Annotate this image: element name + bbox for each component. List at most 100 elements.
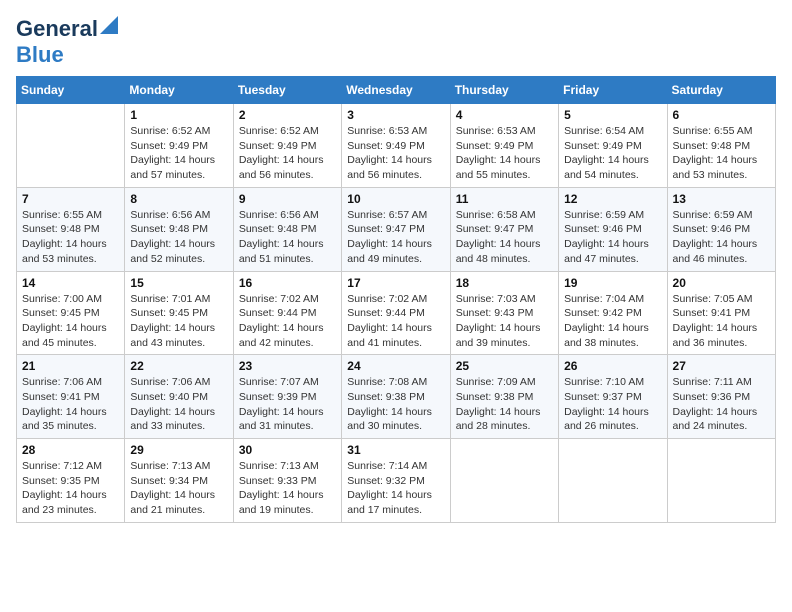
- day-number: 12: [564, 192, 661, 206]
- calendar-cell: 25Sunrise: 7:09 AMSunset: 9:38 PMDayligh…: [450, 355, 558, 439]
- day-number: 11: [456, 192, 553, 206]
- day-number: 7: [22, 192, 119, 206]
- day-info: Sunrise: 7:06 AMSunset: 9:41 PMDaylight:…: [22, 375, 119, 434]
- day-info: Sunrise: 7:13 AMSunset: 9:33 PMDaylight:…: [239, 459, 336, 518]
- day-number: 29: [130, 443, 227, 457]
- calendar-cell: 4 Sunrise: 6:53 AMSunset: 9:49 PMDaylight…: [450, 104, 558, 188]
- calendar-cell: 8Sunrise: 6:56 AMSunset: 9:48 PMDaylight…: [125, 187, 233, 271]
- day-info: Sunrise: 6:55 AMSunset: 9:48 PMDaylight:…: [22, 208, 119, 267]
- day-number: 3: [347, 108, 444, 122]
- day-number: 4: [456, 108, 553, 122]
- weekday-header-friday: Friday: [559, 77, 667, 104]
- day-info: Sunrise: 7:02 AMSunset: 9:44 PMDaylight:…: [239, 292, 336, 351]
- calendar: SundayMondayTuesdayWednesdayThursdayFrid…: [16, 76, 776, 523]
- week-row-4: 21Sunrise: 7:06 AMSunset: 9:41 PMDayligh…: [17, 355, 776, 439]
- calendar-cell: [17, 104, 125, 188]
- calendar-cell: 29 Sunrise: 7:13 AMSunset: 9:34 PMDayligh…: [125, 439, 233, 523]
- day-info: Sunrise: 6:57 AMSunset: 9:47 PMDaylight:…: [347, 208, 444, 267]
- day-number: 10: [347, 192, 444, 206]
- calendar-cell: [559, 439, 667, 523]
- day-number: 15: [130, 276, 227, 290]
- day-info: Sunrise: 7:03 AMSunset: 9:43 PMDaylight:…: [456, 292, 553, 351]
- day-info: Sunrise: 6:55 AMSunset: 9:48 PMDaylight:…: [673, 124, 770, 183]
- day-number: 20: [673, 276, 770, 290]
- day-info: Sunrise: 6:52 AMSunset: 9:49 PMDaylight:…: [239, 124, 336, 183]
- day-info: Sunrise: 6:53 AMSunset: 9:49 PMDaylight:…: [347, 124, 444, 183]
- day-info: Sunrise: 7:13 AMSunset: 9:34 PMDaylight:…: [130, 459, 227, 518]
- day-info: Sunrise: 6:56 AMSunset: 9:48 PMDaylight:…: [130, 208, 227, 267]
- calendar-cell: [450, 439, 558, 523]
- calendar-cell: 22Sunrise: 7:06 AMSunset: 9:40 PMDayligh…: [125, 355, 233, 439]
- calendar-cell: 28 Sunrise: 7:12 AMSunset: 9:35 PMDayligh…: [17, 439, 125, 523]
- calendar-cell: 24 Sunrise: 7:08 AMSunset: 9:38 PMDayligh…: [342, 355, 450, 439]
- day-info: Sunrise: 7:07 AMSunset: 9:39 PMDaylight:…: [239, 375, 336, 434]
- day-number: 13: [673, 192, 770, 206]
- week-row-5: 28 Sunrise: 7:12 AMSunset: 9:35 PMDayligh…: [17, 439, 776, 523]
- day-info: Sunrise: 6:53 AMSunset: 9:49 PMDaylight:…: [456, 124, 553, 183]
- calendar-cell: 17 Sunrise: 7:02 AMSunset: 9:44 PMDayligh…: [342, 271, 450, 355]
- calendar-cell: 5Sunrise: 6:54 AMSunset: 9:49 PMDaylight…: [559, 104, 667, 188]
- day-info: Sunrise: 7:02 AMSunset: 9:44 PMDaylight:…: [347, 292, 444, 351]
- day-number: 31: [347, 443, 444, 457]
- day-number: 2: [239, 108, 336, 122]
- day-info: Sunrise: 7:10 AMSunset: 9:37 PMDaylight:…: [564, 375, 661, 434]
- day-info: Sunrise: 6:59 AMSunset: 9:46 PMDaylight:…: [673, 208, 770, 267]
- day-info: Sunrise: 6:59 AMSunset: 9:46 PMDaylight:…: [564, 208, 661, 267]
- day-number: 24: [347, 359, 444, 373]
- day-info: Sunrise: 7:05 AMSunset: 9:41 PMDaylight:…: [673, 292, 770, 351]
- calendar-cell: 18 Sunrise: 7:03 AMSunset: 9:43 PMDayligh…: [450, 271, 558, 355]
- day-number: 23: [239, 359, 336, 373]
- calendar-cell: 11 Sunrise: 6:58 AMSunset: 9:47 PMDayligh…: [450, 187, 558, 271]
- logo: General Blue: [16, 16, 118, 68]
- logo-blue: Blue: [16, 42, 64, 67]
- day-number: 26: [564, 359, 661, 373]
- weekday-header-wednesday: Wednesday: [342, 77, 450, 104]
- day-info: Sunrise: 6:54 AMSunset: 9:49 PMDaylight:…: [564, 124, 661, 183]
- day-info: Sunrise: 7:08 AMSunset: 9:38 PMDaylight:…: [347, 375, 444, 434]
- day-info: Sunrise: 7:14 AMSunset: 9:32 PMDaylight:…: [347, 459, 444, 518]
- day-info: Sunrise: 7:04 AMSunset: 9:42 PMDaylight:…: [564, 292, 661, 351]
- day-info: Sunrise: 7:01 AMSunset: 9:45 PMDaylight:…: [130, 292, 227, 351]
- weekday-header-monday: Monday: [125, 77, 233, 104]
- logo-triangle-icon: [100, 16, 118, 39]
- day-info: Sunrise: 6:52 AMSunset: 9:49 PMDaylight:…: [130, 124, 227, 183]
- day-number: 28: [22, 443, 119, 457]
- day-info: Sunrise: 6:58 AMSunset: 9:47 PMDaylight:…: [456, 208, 553, 267]
- weekday-header-tuesday: Tuesday: [233, 77, 341, 104]
- day-info: Sunrise: 7:00 AMSunset: 9:45 PMDaylight:…: [22, 292, 119, 351]
- day-number: 17: [347, 276, 444, 290]
- calendar-cell: 16 Sunrise: 7:02 AMSunset: 9:44 PMDayligh…: [233, 271, 341, 355]
- week-row-2: 7 Sunrise: 6:55 AMSunset: 9:48 PMDaylight…: [17, 187, 776, 271]
- calendar-cell: 19Sunrise: 7:04 AMSunset: 9:42 PMDayligh…: [559, 271, 667, 355]
- calendar-cell: 7 Sunrise: 6:55 AMSunset: 9:48 PMDaylight…: [17, 187, 125, 271]
- calendar-cell: 13 Sunrise: 6:59 AMSunset: 9:46 PMDayligh…: [667, 187, 775, 271]
- calendar-cell: 9Sunrise: 6:56 AMSunset: 9:48 PMDaylight…: [233, 187, 341, 271]
- weekday-header-saturday: Saturday: [667, 77, 775, 104]
- calendar-cell: 26 Sunrise: 7:10 AMSunset: 9:37 PMDayligh…: [559, 355, 667, 439]
- weekday-header-thursday: Thursday: [450, 77, 558, 104]
- calendar-cell: 27 Sunrise: 7:11 AMSunset: 9:36 PMDayligh…: [667, 355, 775, 439]
- week-row-3: 14 Sunrise: 7:00 AMSunset: 9:45 PMDayligh…: [17, 271, 776, 355]
- weekday-header-sunday: Sunday: [17, 77, 125, 104]
- calendar-cell: 20 Sunrise: 7:05 AMSunset: 9:41 PMDayligh…: [667, 271, 775, 355]
- calendar-cell: 6Sunrise: 6:55 AMSunset: 9:48 PMDaylight…: [667, 104, 775, 188]
- calendar-cell: 31 Sunrise: 7:14 AMSunset: 9:32 PMDayligh…: [342, 439, 450, 523]
- day-info: Sunrise: 6:56 AMSunset: 9:48 PMDaylight:…: [239, 208, 336, 267]
- calendar-cell: 21Sunrise: 7:06 AMSunset: 9:41 PMDayligh…: [17, 355, 125, 439]
- weekday-header-row: SundayMondayTuesdayWednesdayThursdayFrid…: [17, 77, 776, 104]
- day-info: Sunrise: 7:12 AMSunset: 9:35 PMDaylight:…: [22, 459, 119, 518]
- calendar-cell: [667, 439, 775, 523]
- day-number: 27: [673, 359, 770, 373]
- day-info: Sunrise: 7:11 AMSunset: 9:36 PMDaylight:…: [673, 375, 770, 434]
- day-number: 16: [239, 276, 336, 290]
- day-number: 1: [130, 108, 227, 122]
- calendar-cell: 12 Sunrise: 6:59 AMSunset: 9:46 PMDayligh…: [559, 187, 667, 271]
- calendar-cell: 23 Sunrise: 7:07 AMSunset: 9:39 PMDayligh…: [233, 355, 341, 439]
- header: General Blue: [16, 16, 776, 68]
- day-number: 14: [22, 276, 119, 290]
- calendar-cell: 14 Sunrise: 7:00 AMSunset: 9:45 PMDayligh…: [17, 271, 125, 355]
- day-info: Sunrise: 7:09 AMSunset: 9:38 PMDaylight:…: [456, 375, 553, 434]
- day-number: 18: [456, 276, 553, 290]
- calendar-cell: 15 Sunrise: 7:01 AMSunset: 9:45 PMDayligh…: [125, 271, 233, 355]
- logo-general: General: [16, 16, 98, 42]
